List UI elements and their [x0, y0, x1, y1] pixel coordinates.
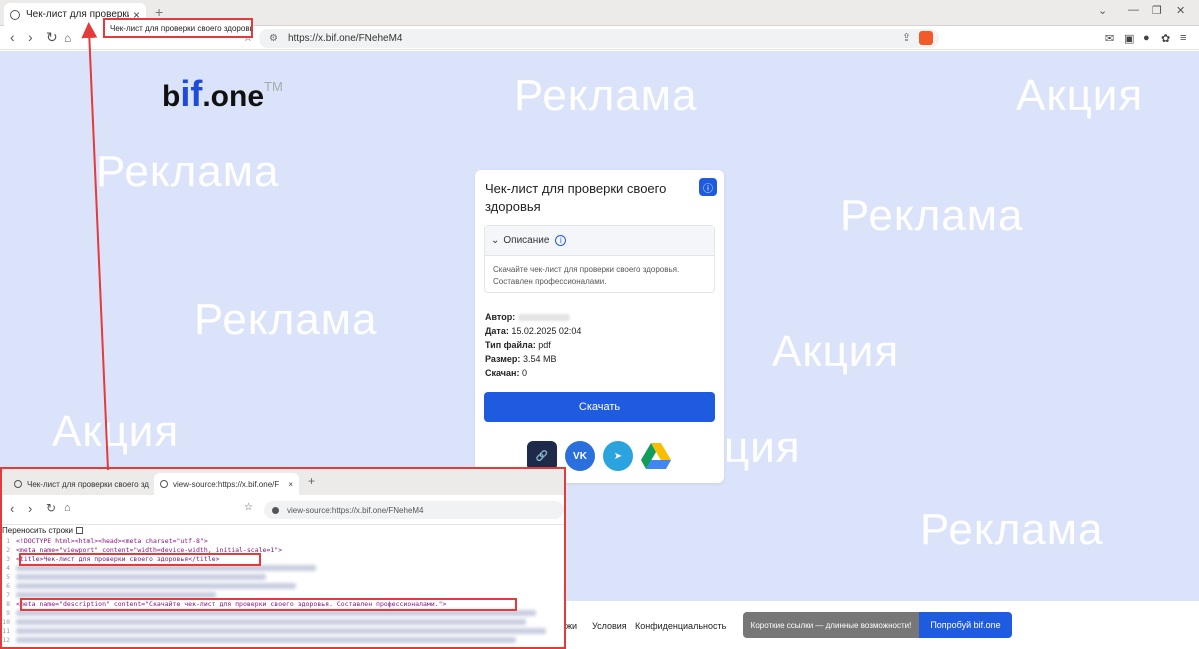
- home-button[interactable]: ⌂: [64, 31, 71, 45]
- watermark: ция: [724, 423, 801, 472]
- url-text: https://x.bif.one/FNeheM4: [287, 33, 403, 44]
- date-label: Дата:: [485, 326, 509, 336]
- description-panel: ⌄ Описание i Скачайте чек-лист для прове…: [484, 225, 715, 293]
- watermark: Акция: [772, 327, 900, 376]
- blurred-code: [16, 619, 526, 625]
- minimize-button[interactable]: —: [1128, 4, 1139, 16]
- code-line: 6: [2, 582, 564, 591]
- screen-icon[interactable]: ▣: [1124, 32, 1134, 45]
- downloads-label: Скачан:: [485, 368, 520, 378]
- code-line: 12: [2, 636, 564, 645]
- description-text: Скачайте чек-лист для проверки своего зд…: [493, 265, 680, 286]
- vk-icon[interactable]: VK: [565, 441, 595, 471]
- mail-icon[interactable]: ✉: [1105, 32, 1114, 45]
- author-label: Автор:: [485, 312, 516, 322]
- inset-url-text: view-source:https://x.bif.one/FNeheM4: [287, 505, 424, 515]
- puzzle-icon[interactable]: ✿: [1161, 32, 1170, 45]
- wrap-lines-checkbox[interactable]: [76, 527, 84, 534]
- blurred-code: [16, 574, 266, 580]
- title-annotation-box: Чек-лист для проверки своего здоровья: [103, 18, 253, 38]
- inset-tab-page[interactable]: Чек-лист для проверки своего зд: [8, 473, 155, 495]
- type-label: Тип файла:: [485, 340, 536, 350]
- inset-tab-strip: Чек-лист для проверки своего зд view-sou…: [2, 469, 564, 495]
- maximize-button[interactable]: ❐: [1152, 4, 1162, 17]
- globe-icon: [10, 9, 20, 20]
- google-drive-svg: [641, 443, 671, 469]
- site-info-icon: [272, 506, 279, 514]
- back-button[interactable]: ‹: [10, 29, 15, 45]
- inset-address-bar[interactable]: view-source:https://x.bif.one/FNeheM4: [264, 501, 564, 519]
- terms-link[interactable]: Условия: [592, 621, 627, 631]
- google-drive-icon[interactable]: [641, 441, 671, 471]
- site-settings-icon[interactable]: ⚙: [269, 33, 278, 44]
- inset-tab-source[interactable]: view-source:https://x.bif.one/F ×: [154, 473, 299, 495]
- try-bif-button[interactable]: Попробуй bif.one: [919, 612, 1012, 638]
- blurred-code: [16, 628, 546, 634]
- file-meta: Автор: Дата: 15.02.2025 02:04 Тип файла:…: [485, 310, 581, 380]
- home-button[interactable]: ⌂: [64, 502, 71, 514]
- globe-icon: [160, 480, 168, 488]
- watermark: Акция: [1016, 71, 1144, 120]
- wrap-lines-toggle[interactable]: Переносить строки: [2, 526, 84, 535]
- watermark: Реклама: [194, 295, 378, 344]
- back-button[interactable]: ‹: [10, 501, 14, 516]
- description-label: Описание: [503, 235, 550, 246]
- close-tab-icon[interactable]: ×: [288, 480, 293, 489]
- address-bar[interactable]: ⚙ https://x.bif.one/FNeheM4 ⇪: [259, 29, 939, 48]
- downloads-value: 0: [521, 368, 527, 378]
- privacy-link[interactable]: Конфиденциальность: [635, 621, 726, 631]
- promo-banner: Короткие ссылки — длинные возможности!: [743, 612, 919, 638]
- forward-button[interactable]: ›: [28, 29, 33, 45]
- author-value-blurred: [517, 314, 570, 322]
- watermark: Акция: [52, 407, 180, 456]
- size-value: 3.54 MB: [522, 354, 557, 364]
- blurred-code: [16, 637, 516, 643]
- watermark: Реклама: [96, 147, 280, 196]
- file-card: Чек-лист для проверки своего здоровья ⓘ …: [475, 170, 724, 483]
- site-logo[interactable]: bif.oneTM: [162, 73, 283, 115]
- inset-toolbar: ‹ › ↻ ⌂ ☆ view-source:https://x.bif.one/…: [2, 495, 564, 525]
- watermark: Реклама: [514, 71, 698, 120]
- blurred-code: [16, 583, 296, 589]
- code-line: 5: [2, 573, 564, 582]
- code-line: 1 <!DOCTYPE html><html><head><meta charse…: [6, 537, 208, 545]
- inset-tab-title: Чек-лист для проверки своего зд: [27, 479, 149, 489]
- info-button[interactable]: ⓘ: [699, 178, 717, 196]
- share-icon[interactable]: ⇪: [902, 31, 911, 44]
- watermark: Реклама: [920, 505, 1104, 554]
- new-tab-button[interactable]: +: [308, 474, 315, 488]
- description-highlight-box: [20, 598, 517, 611]
- reload-button[interactable]: ↻: [46, 29, 58, 46]
- wrap-lines-label: Переносить строки: [2, 526, 74, 535]
- inset-tab-title: view-source:https://x.bif.one/F: [173, 479, 280, 489]
- footer-link[interactable]: жи: [566, 621, 577, 631]
- title-highlight-box: [19, 553, 261, 566]
- info-icon: i: [555, 235, 567, 246]
- card-title: Чек-лист для проверки своего здоровья: [485, 181, 667, 214]
- telegram-icon[interactable]: ➤: [603, 441, 633, 471]
- size-label: Размер:: [485, 354, 521, 364]
- watermark: Реклама: [840, 191, 1024, 240]
- extension-icon[interactable]: ●: [1143, 32, 1150, 44]
- view-source-inset: Чек-лист для проверки своего зд view-sou…: [0, 467, 566, 649]
- bookmark-icon[interactable]: ☆: [244, 502, 253, 513]
- tab-list-icon[interactable]: ⌄: [1098, 4, 1107, 17]
- info-icon: ⓘ: [703, 183, 713, 195]
- forward-button[interactable]: ›: [28, 501, 32, 516]
- chevron-down-icon: ⌄: [491, 235, 500, 246]
- menu-icon[interactable]: ≡: [1180, 32, 1186, 44]
- reload-button[interactable]: ↻: [46, 501, 56, 515]
- code-line: 11: [2, 627, 564, 636]
- type-value: pdf: [538, 340, 551, 350]
- description-toggle[interactable]: ⌄ Описание i: [485, 226, 714, 256]
- date-value: 15.02.2025 02:04: [511, 326, 582, 336]
- download-button[interactable]: Скачать: [484, 392, 715, 422]
- globe-icon: [14, 480, 22, 488]
- code-line: 10: [2, 618, 564, 627]
- close-window-button[interactable]: ✕: [1176, 4, 1185, 17]
- brave-shields-icon[interactable]: [919, 31, 933, 45]
